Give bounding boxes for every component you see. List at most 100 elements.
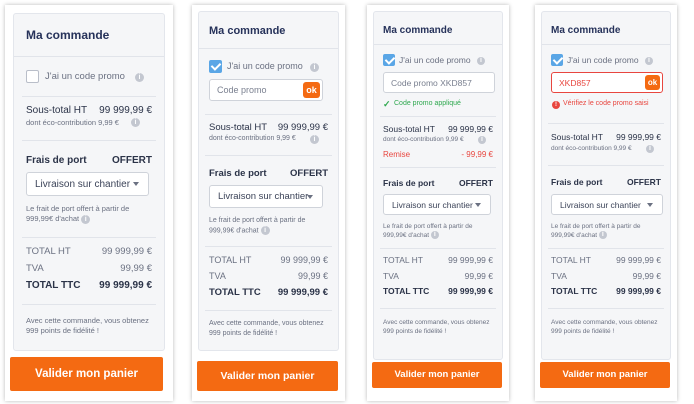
tva-label: TVA <box>383 271 399 281</box>
promo-label: J'ai un code promo <box>567 55 639 65</box>
divider <box>548 248 664 249</box>
delivery-select[interactable]: Livraison sur chantier <box>26 172 149 196</box>
promo-ok-button[interactable]: ok <box>645 75 660 90</box>
loyalty-note: Avec cette commande, vous obtenez 999 po… <box>551 319 658 335</box>
divider <box>374 44 502 45</box>
promo-code-input[interactable]: XKD857 ok <box>551 72 663 93</box>
info-icon: i <box>135 73 144 82</box>
loyalty-note: Avec cette commande, vous obtenez 999 po… <box>26 316 149 335</box>
divider <box>380 167 496 168</box>
info-icon: i <box>310 63 319 72</box>
divider <box>22 140 156 141</box>
order-summary-card: Ma commande J'ai un code promo i Sous-to… <box>13 13 165 351</box>
info-icon: i <box>430 231 439 240</box>
tva-value: 99,99 € <box>120 263 152 274</box>
subtotal-value: 99 999,99 € <box>448 124 493 134</box>
divider <box>548 165 664 166</box>
divider <box>205 155 332 156</box>
discount-label: Remise <box>383 150 411 159</box>
tva-value: 99,99 € <box>464 271 493 281</box>
tva-label: TVA <box>209 271 226 281</box>
subtotal-value: 99 999,99 € <box>99 105 152 116</box>
delivery-option: Livraison sur chantier <box>560 199 641 210</box>
tva-label: TVA <box>26 263 44 274</box>
total-ttc-label: TOTAL TTC <box>551 286 598 296</box>
promo-checkbox[interactable] <box>26 70 39 83</box>
total-ht-label: TOTAL HT <box>209 255 252 265</box>
divider <box>380 248 496 249</box>
shipping-note: Le frait de port offert à partir de 999,… <box>26 204 130 224</box>
tva-value: 99,99 € <box>297 271 328 281</box>
shipping-note: Le frait de port offert à partir de 999,… <box>551 223 641 240</box>
delivery-select[interactable]: Livraison sur chantier <box>551 194 663 215</box>
order-summary-card: Ma commande J'ai un code promo i Code pr… <box>373 11 503 360</box>
total-ttc-value: 99 999,99 € <box>448 286 493 296</box>
validate-cart-button[interactable]: Valider mon panier <box>10 357 163 391</box>
info-icon: i <box>310 135 319 144</box>
subtotal-label: Sous-total HT <box>26 105 88 116</box>
total-ht-label: TOTAL HT <box>383 255 423 265</box>
total-ht-value: 99 999,99 € <box>280 255 328 265</box>
card-title: Ma commande <box>26 28 110 42</box>
divider <box>205 114 332 115</box>
total-ht-label: TOTAL HT <box>551 255 591 265</box>
validate-cart-button[interactable]: Valider mon panier <box>197 361 338 391</box>
tva-value: 99,99 € <box>632 271 661 281</box>
divider <box>542 44 670 45</box>
subtotal-label: Sous-total HT <box>551 132 603 142</box>
card-title: Ma commande <box>551 25 621 36</box>
info-icon: i <box>598 231 607 240</box>
discount-value: - 99,99 € <box>461 150 493 159</box>
delivery-select[interactable]: Livraison sur chantier <box>209 185 323 208</box>
subtotal-label: Sous-total HT <box>209 122 268 133</box>
order-panel-promo-error: Ma commande J'ai un code promo i XKD857 … <box>535 5 677 401</box>
total-ttc-label: TOTAL TTC <box>383 286 430 296</box>
delivery-select[interactable]: Livraison sur chantier <box>383 194 491 215</box>
divider <box>22 237 156 238</box>
chevron-down-icon <box>133 182 139 186</box>
promo-value: Code promo XKD857 <box>391 77 472 88</box>
chevron-down-icon <box>475 202 481 207</box>
eco-contribution: dont éco-contribution 9,99 € <box>383 136 464 143</box>
promo-checkbox[interactable] <box>551 54 563 66</box>
info-icon: i <box>131 118 140 127</box>
info-icon: i <box>260 226 270 235</box>
shipping-note: Le frait de port offert à partir de 999,… <box>209 217 306 235</box>
promo-code-input[interactable]: Code promo XKD857 <box>383 72 495 93</box>
shipping-label: Frais de port <box>26 155 87 166</box>
order-panel-promo-applied: Ma commande J'ai un code promo i Code pr… <box>367 5 509 401</box>
tva-label: TVA <box>551 271 567 281</box>
divider <box>199 48 338 49</box>
divider <box>380 308 496 309</box>
promo-ok-button[interactable]: ok <box>303 82 320 98</box>
promo-code-input[interactable]: Code promo ok <box>209 79 323 101</box>
check-circle-icon: ✓ <box>383 99 391 109</box>
info-icon: i <box>81 214 91 224</box>
order-summary-card: Ma commande J'ai un code promo i Code pr… <box>198 11 339 351</box>
loyalty-note: Avec cette commande, vous obtenez 999 po… <box>383 319 490 335</box>
promo-checkbox[interactable] <box>383 54 395 66</box>
total-ht-label: TOTAL HT <box>26 246 71 257</box>
order-panel-default: Ma commande J'ai un code promo i Sous-to… <box>5 5 173 401</box>
total-ttc-label: TOTAL TTC <box>209 287 261 298</box>
card-title: Ma commande <box>209 25 286 37</box>
chevron-down-icon <box>307 194 313 199</box>
promo-checkbox[interactable] <box>209 60 222 73</box>
total-ttc-value: 99 999,99 € <box>616 286 661 296</box>
shipping-label: Frais de port <box>209 168 267 179</box>
divider <box>380 116 496 117</box>
chevron-down-icon <box>647 202 653 207</box>
shipping-label: Frais de port <box>551 177 603 187</box>
total-ttc-value: 99 999,99 € <box>99 280 152 291</box>
divider <box>548 308 664 309</box>
shipping-label: Frais de port <box>383 178 435 188</box>
divider <box>14 56 164 57</box>
validate-cart-button[interactable]: Valider mon panier <box>372 362 502 388</box>
total-ht-value: 99 999,99 € <box>101 246 152 257</box>
promo-label: J'ai un code promo <box>45 71 125 82</box>
promo-label: J'ai un code promo <box>399 55 471 65</box>
validate-cart-button[interactable]: Valider mon panier <box>540 362 670 388</box>
divider <box>205 246 332 247</box>
eco-contribution: dont éco-contribution 9,99 € <box>551 145 632 152</box>
divider <box>205 310 332 311</box>
